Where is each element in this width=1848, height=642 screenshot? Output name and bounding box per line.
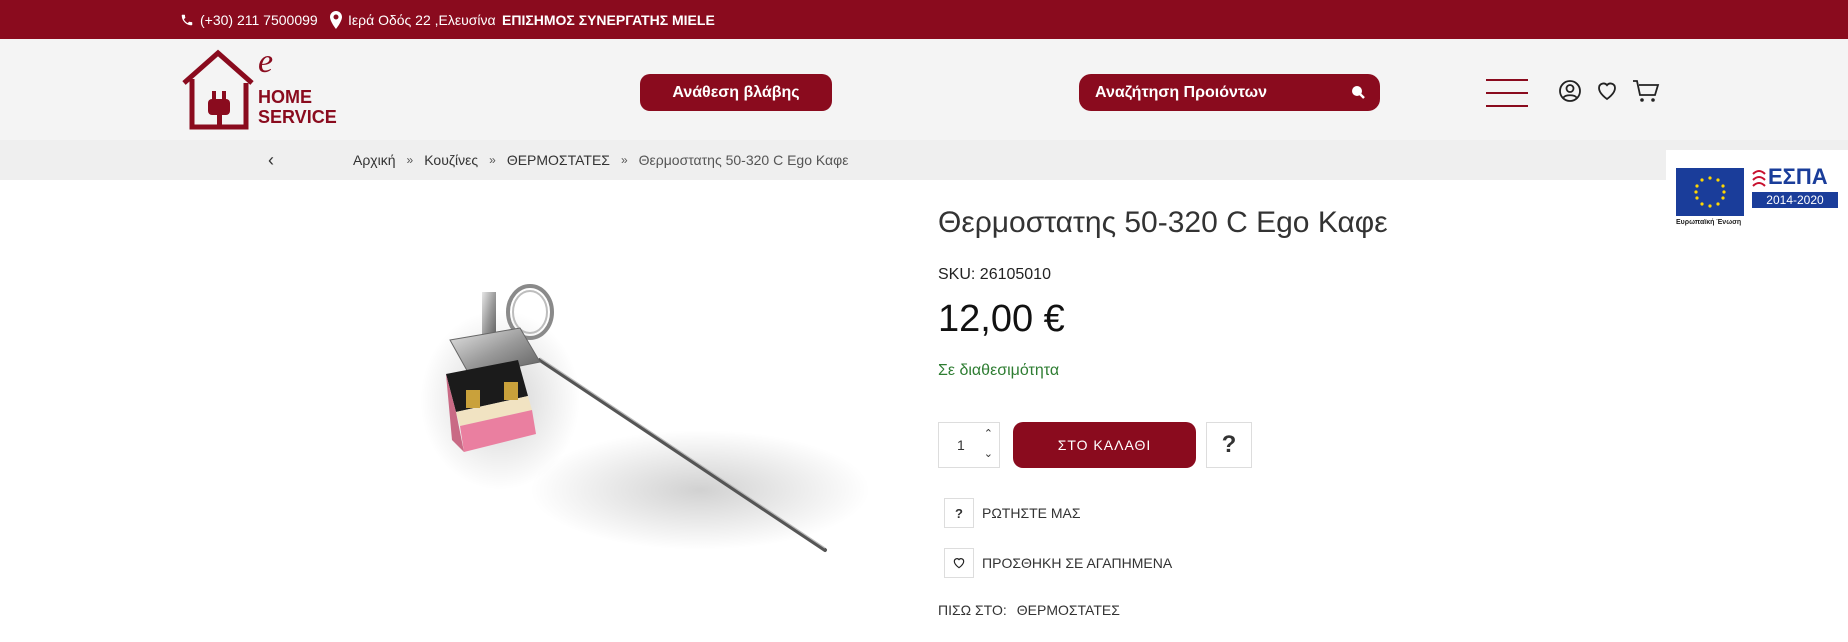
espa-logo-icon	[1752, 170, 1766, 187]
logo-e: e	[258, 43, 274, 80]
site-header: e HOME SERVICE Ανάθεση βλάβης Αναζήτηση …	[0, 39, 1848, 140]
eu-flag-icon	[1676, 168, 1744, 216]
product-image[interactable]	[400, 270, 870, 600]
logo-home: HOME	[258, 87, 312, 107]
ask-us-label: ΡΩΤΗΣΤΕ ΜΑΣ	[982, 505, 1081, 521]
product-price: 12,00 €	[938, 298, 1065, 340]
espa-brand: ΕΣΠΑ	[1768, 164, 1828, 189]
address-text: Ιερά Οδός 22 ,Ελευσίνα	[348, 11, 496, 28]
logo[interactable]: e HOME SERVICE	[180, 43, 340, 131]
map-pin-icon	[330, 10, 342, 29]
phone-icon	[181, 14, 193, 25]
search-label: Αναζήτηση Προιόντων	[1095, 83, 1267, 101]
heart-icon	[944, 548, 974, 578]
chevron-left-icon[interactable]: ‹	[268, 150, 274, 171]
double-chevron-icon: »	[406, 153, 414, 167]
search-bar[interactable]: Αναζήτηση Προιόντων	[1079, 74, 1380, 111]
heart-icon[interactable]	[1595, 79, 1619, 103]
question-button[interactable]: ?	[1206, 422, 1252, 468]
quantity-value[interactable]: 1	[957, 437, 965, 453]
partner-label: ΕΠΙΣΗΜΟΣ ΣΥΝΕΡΓΑΤΗΣ MIELE	[502, 11, 715, 28]
espa-years: 2014-2020	[1752, 192, 1838, 208]
back-to-label: ΠΙΣΩ ΣΤΟ:	[938, 602, 1007, 618]
chevron-down-icon[interactable]: ⌄	[984, 447, 993, 460]
phone-link[interactable]: (+30) 211 7500099	[180, 0, 318, 39]
double-chevron-icon: »	[489, 153, 496, 167]
breadcrumb-home[interactable]: Αρχική	[353, 152, 396, 168]
question-icon: ?	[944, 498, 974, 528]
add-to-cart-button[interactable]: ΣΤΟ ΚΑΛΑΘΙ	[1013, 422, 1196, 468]
ask-us-link[interactable]: ? ΡΩΤΗΣΤΕ ΜΑΣ	[944, 498, 1081, 528]
back-to-category: ΠΙΣΩ ΣΤΟ: ΘΕΡΜΟΣΤΑΤΕΣ	[938, 602, 1120, 618]
product-title: Θερμοστατης 50-320 C Ego Καφε	[938, 206, 1388, 239]
espa-badge[interactable]: Ευρωπαϊκή Ένωση ΕΣΠΑ 2014-2020	[1666, 150, 1848, 240]
eu-label: Ευρωπαϊκή Ένωση	[1676, 219, 1742, 226]
breadcrumb: Αρχική » Κουζίνες » ΘΕΡΜΟΣΤΑΤΕΣ » Θερμοσ…	[353, 140, 848, 180]
chevron-up-icon[interactable]: ⌃	[984, 427, 993, 440]
menu-icon[interactable]	[1486, 79, 1528, 107]
product-sku: SKU: 26105010	[938, 266, 1051, 283]
repair-request-button[interactable]: Ανάθεση βλάβης	[640, 74, 832, 111]
add-to-favorites-link[interactable]: ΠΡΟΣΘΗΚΗ ΣΕ ΑΓΑΠΗΜΕΝΑ	[944, 548, 1172, 578]
back-to-category-link[interactable]: ΘΕΡΜΟΣΤΑΤΕΣ	[1017, 602, 1120, 618]
account-icon[interactable]	[1558, 79, 1582, 103]
breadcrumb-bar: ‹ Αρχική » Κουζίνες » ΘΕΡΜΟΣΤΑΤΕΣ » Θερμ…	[0, 140, 1848, 180]
top-bar: (+30) 211 7500099 Ιερά Οδός 22 ,Ελευσίνα…	[0, 0, 1848, 39]
house-plug-icon	[182, 49, 254, 130]
logo-service: SERVICE	[258, 107, 337, 127]
address-link[interactable]: Ιερά Οδός 22 ,Ελευσίνα	[330, 0, 496, 39]
breadcrumb-current: Θερμοστατης 50-320 C Ego Καφε	[638, 152, 849, 168]
phone-number: (+30) 211 7500099	[200, 11, 318, 28]
quantity-stepper[interactable]: 1 ⌃ ⌄	[938, 422, 1000, 468]
search-icon	[1352, 86, 1365, 99]
stock-status: Σε διαθεσιμότητα	[938, 362, 1060, 379]
cart-icon[interactable]	[1632, 79, 1660, 103]
breadcrumb-kitchens[interactable]: Κουζίνες	[424, 152, 478, 168]
add-to-favorites-label: ΠΡΟΣΘΗΚΗ ΣΕ ΑΓΑΠΗΜΕΝΑ	[982, 555, 1173, 571]
breadcrumb-thermostats[interactable]: ΘΕΡΜΟΣΤΑΤΕΣ	[507, 152, 610, 168]
double-chevron-icon: »	[620, 153, 628, 167]
